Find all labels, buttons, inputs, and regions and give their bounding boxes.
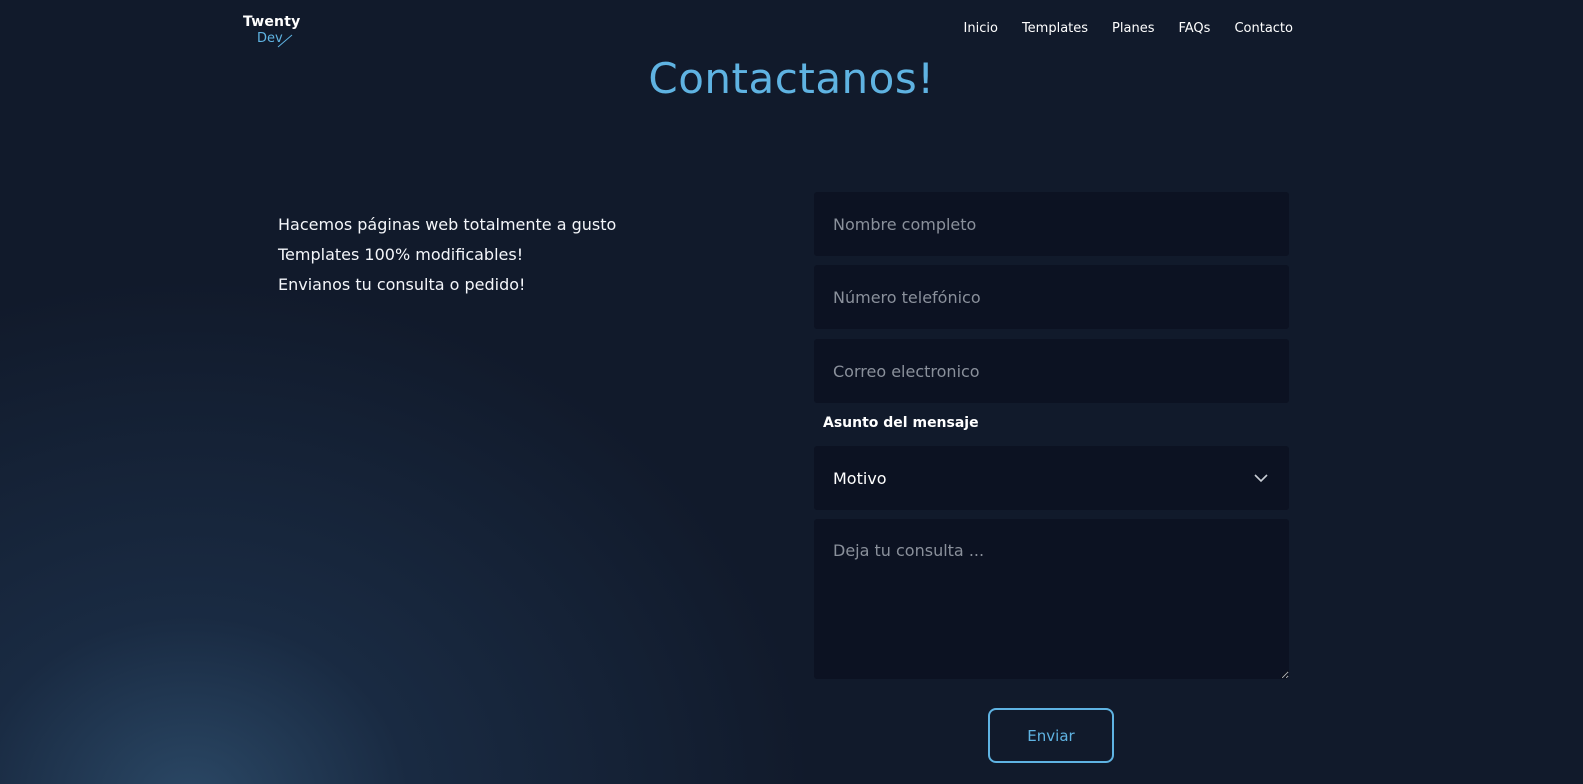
nav-link-faqs[interactable]: FAQs — [1178, 20, 1210, 38]
main-nav: Inicio Templates Planes FAQs Contacto — [940, 20, 1293, 38]
logo[interactable]: Twenty Dev — [243, 14, 313, 50]
email-field[interactable] — [814, 339, 1289, 403]
subject-select[interactable]: Motivo — [814, 446, 1289, 510]
submit-button[interactable]: Enviar — [988, 708, 1114, 763]
nav-link-inicio[interactable]: Inicio — [964, 20, 998, 38]
intro-line: Templates 100% modificables! — [278, 245, 524, 264]
logo-slash-icon — [277, 34, 293, 48]
name-field[interactable] — [814, 192, 1289, 256]
page-title: Contactanos! — [648, 54, 935, 103]
logo-text-twenty: Twenty — [243, 14, 301, 30]
intro-line: Hacemos páginas web totalmente a gusto — [278, 215, 617, 234]
intro-line: Envianos tu consulta o pedido! — [278, 275, 526, 294]
phone-field[interactable] — [814, 265, 1289, 329]
nav-link-templates[interactable]: Templates — [1022, 20, 1088, 38]
subject-select-value: Motivo — [833, 468, 887, 488]
subject-label: Asunto del mensaje — [823, 415, 979, 431]
chevron-down-icon — [1254, 474, 1268, 483]
nav-link-contacto[interactable]: Contacto — [1234, 20, 1293, 38]
nav-link-planes[interactable]: Planes — [1112, 20, 1154, 38]
message-textarea[interactable] — [814, 519, 1289, 679]
intro-text: Hacemos páginas web totalmente a gusto T… — [278, 210, 616, 300]
